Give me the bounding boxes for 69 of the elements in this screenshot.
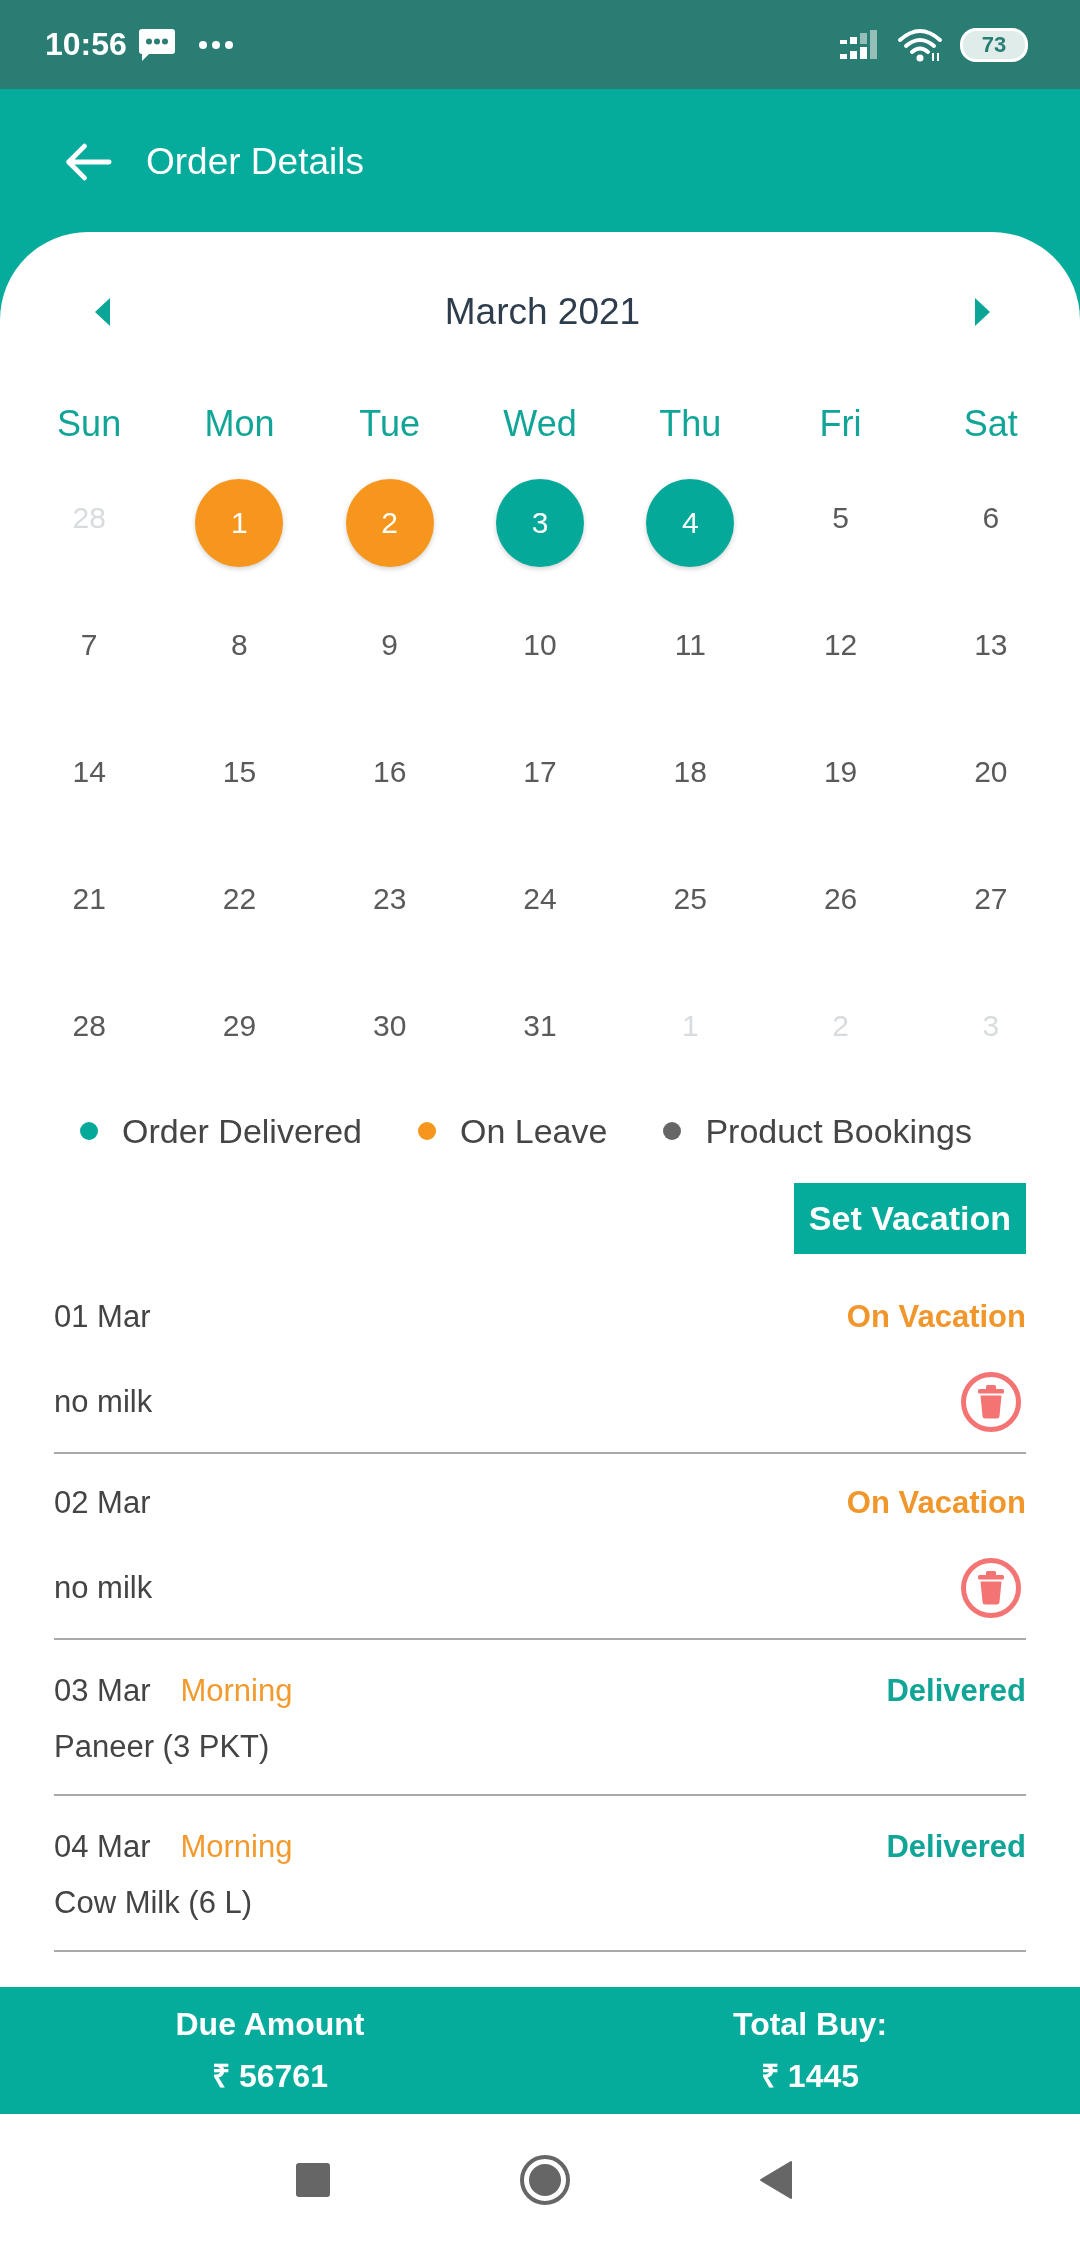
summary-value: ₹ 56761 xyxy=(212,2057,328,2096)
delivery-slot: Morning xyxy=(180,1673,293,1709)
calendar-day[interactable]: 24 xyxy=(523,881,557,916)
calendar-day[interactable]: 18 xyxy=(673,754,707,789)
trash-icon[interactable] xyxy=(961,1558,1021,1618)
order-status: On Vacation xyxy=(846,1485,1026,1521)
calendar-day[interactable]: 17 xyxy=(523,754,557,789)
calendar-day[interactable]: 23 xyxy=(373,881,407,916)
wifi-icon xyxy=(898,27,942,62)
calendar-day[interactable]: 19 xyxy=(823,754,858,789)
weekday-label: Sat xyxy=(963,403,1018,445)
signal-icon xyxy=(840,29,880,60)
calendar-day[interactable]: 22 xyxy=(222,881,257,916)
trash-icon[interactable] xyxy=(961,1372,1021,1432)
calendar-day[interactable]: 14 xyxy=(72,754,106,789)
calendar-day[interactable]: 13 xyxy=(974,627,1008,662)
legend-label: On Leave xyxy=(460,1111,608,1151)
calendar-day[interactable]: 8 xyxy=(231,627,248,662)
caret-right-icon[interactable] xyxy=(975,298,990,326)
legend-label: Product Bookings xyxy=(705,1111,972,1151)
calendar-day[interactable]: 7 xyxy=(80,627,98,662)
calendar-day[interactable]: 26 xyxy=(823,881,858,916)
home-circle-icon[interactable] xyxy=(520,2155,570,2205)
calendar-day[interactable]: 25 xyxy=(673,881,707,916)
order-status: Delivered xyxy=(886,1673,1026,1709)
legend-label: Order Delivered xyxy=(122,1111,362,1151)
weekday-label: Fri xyxy=(819,403,862,445)
weekday-label: Thu xyxy=(659,403,722,445)
battery-indicator: 73 xyxy=(960,27,1028,62)
calendar-day[interactable]: 9 xyxy=(381,627,399,662)
delivery-slot: Morning xyxy=(180,1829,293,1865)
calendar-day[interactable]: 29 xyxy=(222,1008,257,1043)
order-date: 03 Mar xyxy=(54,1673,151,1709)
calendar-day[interactable]: 6 xyxy=(982,500,1000,535)
order-date: 04 Mar xyxy=(54,1829,151,1865)
summary-value: ₹ 1445 xyxy=(760,2057,860,2096)
calendar-day[interactable]: 30 xyxy=(373,1008,407,1043)
calendar-day[interactable]: 12 xyxy=(823,627,858,662)
calendar-day[interactable]: 11 xyxy=(674,627,706,662)
more-dots-icon xyxy=(198,40,233,49)
order-date: 01 Mar xyxy=(54,1299,151,1335)
calendar-day[interactable]: 21 xyxy=(72,881,106,916)
back-triangle-icon[interactable] xyxy=(760,2161,792,2199)
summary-label: Due Amount xyxy=(175,2005,365,2044)
calendar-day[interactable]: 20 xyxy=(974,754,1008,789)
order-item: Cow Milk (6 L) xyxy=(54,1885,253,1921)
calendar-day[interactable]: 31 xyxy=(523,1008,557,1043)
calendar-day[interactable]: 27 xyxy=(974,881,1008,916)
weekday-label: Mon xyxy=(204,403,275,445)
order-date: 02 Mar xyxy=(54,1485,151,1521)
weekday-label: Wed xyxy=(503,403,577,445)
calendar-day[interactable]: 28 xyxy=(72,1008,106,1043)
order-status: Delivered xyxy=(886,1829,1026,1865)
calendar-day[interactable]: 10 xyxy=(523,627,557,662)
month-title: March 2021 xyxy=(444,291,641,333)
weekday-label: Tue xyxy=(359,403,421,445)
order-item: Paneer (3 PKT) xyxy=(54,1729,270,1765)
calendar-day[interactable]: 16 xyxy=(373,754,407,789)
message-icon xyxy=(138,28,175,61)
status-time: 10:56 xyxy=(45,26,127,63)
weekday-label: Sun xyxy=(57,403,122,445)
order-item: no milk xyxy=(54,1570,153,1606)
caret-left-icon[interactable] xyxy=(95,298,110,326)
screen-title: Order Details xyxy=(146,140,364,184)
order-item: no milk xyxy=(54,1384,153,1420)
calendar-day[interactable]: 15 xyxy=(222,754,257,789)
summary-label: Total Buy: xyxy=(732,2005,888,2044)
calendar-day[interactable]: 5 xyxy=(832,500,849,535)
order-status: On Vacation xyxy=(846,1299,1026,1335)
